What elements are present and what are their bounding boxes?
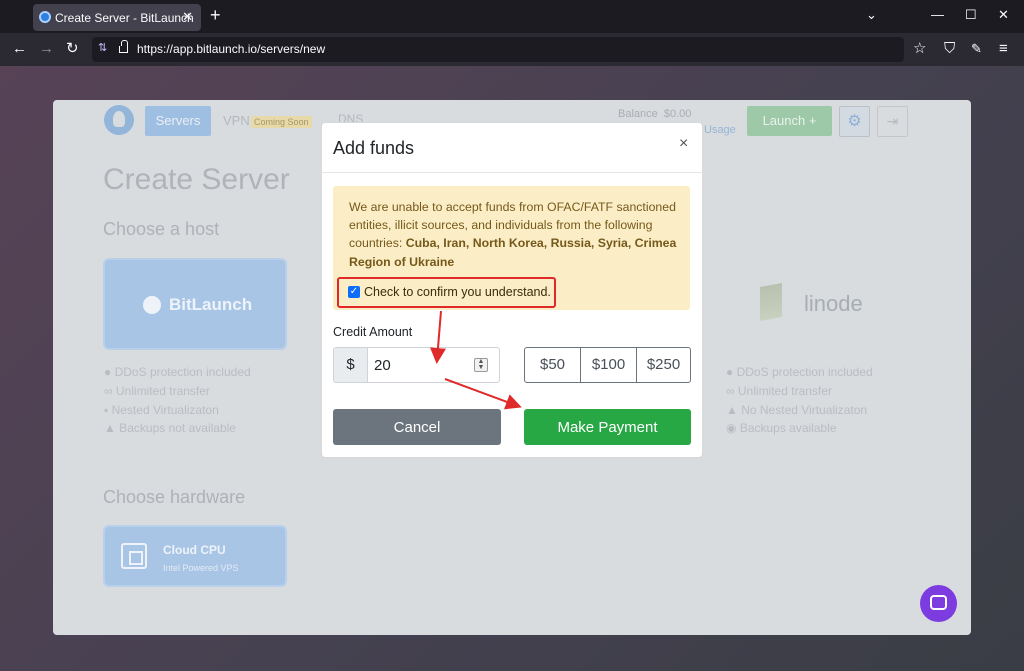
list-all-tabs-icon[interactable]: ⌄: [866, 7, 877, 23]
coming-soon-badge: Coming Soon: [251, 116, 312, 128]
nav-servers[interactable]: Servers: [145, 106, 211, 136]
feature-item: ◉ Backups available: [726, 421, 837, 435]
bitlaunch-rocket-icon: [143, 296, 161, 314]
warning-text: We are unable to accept funds from OFAC/…: [349, 200, 677, 269]
tab-title: Create Server - BitLaunch: [55, 11, 194, 25]
close-window-icon[interactable]: ✕: [998, 7, 1009, 23]
bitlaunch-logo[interactable]: [104, 105, 134, 135]
make-payment-button[interactable]: Make Payment: [524, 409, 691, 445]
close-icon[interactable]: ×: [679, 135, 688, 153]
credit-amount-label: Credit Amount: [333, 325, 413, 339]
nav-vpn[interactable]: VPN: [223, 113, 250, 128]
shield-icon[interactable]: ⛉: [944, 41, 955, 57]
hardware-card-cloud-cpu[interactable]: Cloud CPU Intel Powered VPS: [103, 525, 287, 587]
hardware-subtitle: Intel Powered VPS: [163, 563, 239, 573]
settings-gear-icon[interactable]: ⚙: [839, 106, 870, 137]
close-tab-icon[interactable]: ✕: [182, 9, 193, 25]
host-name: BitLaunch: [169, 295, 253, 314]
feature-item: ▲ No Nested Virtualizaton: [726, 403, 868, 417]
feature-item: ∞ Unlimited transfer: [104, 384, 210, 398]
feature-item: ● DDoS protection included: [104, 365, 251, 379]
extensions-icon[interactable]: ✎: [971, 41, 982, 57]
hardware-name: Cloud CPU: [163, 543, 226, 557]
preset-250-button[interactable]: $250: [636, 348, 690, 382]
logout-icon[interactable]: ⇥: [877, 106, 908, 137]
launch-button[interactable]: Launch +: [747, 106, 832, 136]
choose-host-heading: Choose a host: [103, 219, 220, 239]
host-card-bitlaunch[interactable]: BitLaunch: [103, 258, 287, 350]
feature-item: ● DDoS protection included: [726, 365, 873, 379]
address-bar[interactable]: ⇅ https://app.bitlaunch.io/servers/new: [92, 37, 904, 62]
host-name: linode: [804, 291, 863, 316]
cancel-button[interactable]: Cancel: [333, 409, 501, 445]
reload-icon[interactable]: ↻: [66, 41, 79, 57]
url-text: https://app.bitlaunch.io/servers/new: [137, 42, 326, 56]
browser-tab-bar: Create Server - BitLaunch ✕ + ⌄ — ☐ ✕: [0, 0, 1024, 33]
menu-icon[interactable]: ≡: [999, 41, 1008, 57]
modal-title: Add funds: [333, 138, 415, 158]
forward-icon[interactable]: →: [39, 41, 54, 57]
balance-label: Balance $0.00: [618, 108, 692, 120]
new-tab-button[interactable]: +: [210, 5, 221, 26]
modal-divider: [321, 172, 703, 173]
credit-amount-group: $ ▲▼: [333, 347, 500, 383]
feature-item: ▲ Backups not available: [104, 421, 236, 435]
confirm-checkbox[interactable]: ✓: [348, 286, 360, 298]
linode-logo-icon: [760, 283, 782, 321]
permissions-icon[interactable]: ⇅: [98, 41, 107, 54]
feature-item: ▪ Nested Virtualizaton: [104, 403, 219, 417]
launch-label: Launch: [762, 113, 806, 128]
browser-tab[interactable]: Create Server - BitLaunch ✕: [33, 4, 201, 31]
page-title: Create Server: [103, 163, 290, 196]
amount-stepper[interactable]: ▲ ▼: [474, 358, 488, 372]
chat-widget-icon[interactable]: [920, 585, 957, 622]
feature-item: ∞ Unlimited transfer: [726, 384, 832, 398]
cpu-icon: [121, 543, 147, 569]
maximize-icon[interactable]: ☐: [965, 7, 977, 23]
preset-amounts: $50 $100 $250: [524, 347, 691, 383]
preset-50-button[interactable]: $50: [525, 348, 580, 382]
back-icon[interactable]: ←: [12, 41, 27, 57]
minimize-icon[interactable]: —: [931, 7, 944, 22]
lock-icon[interactable]: [119, 40, 128, 53]
plus-icon: +: [808, 113, 817, 128]
preset-100-button[interactable]: $100: [580, 348, 636, 382]
bookmark-star-icon[interactable]: ☆: [913, 41, 926, 57]
balance-value: $0.00: [663, 108, 692, 120]
credit-amount-input[interactable]: [374, 348, 474, 382]
bitlaunch-favicon-icon: [39, 11, 51, 23]
choose-hardware-heading: Choose hardware: [103, 487, 246, 507]
usage-link[interactable]: Usage: [704, 124, 736, 136]
confirm-label[interactable]: Check to confirm you understand.: [364, 285, 551, 299]
currency-prefix: $: [334, 348, 368, 382]
